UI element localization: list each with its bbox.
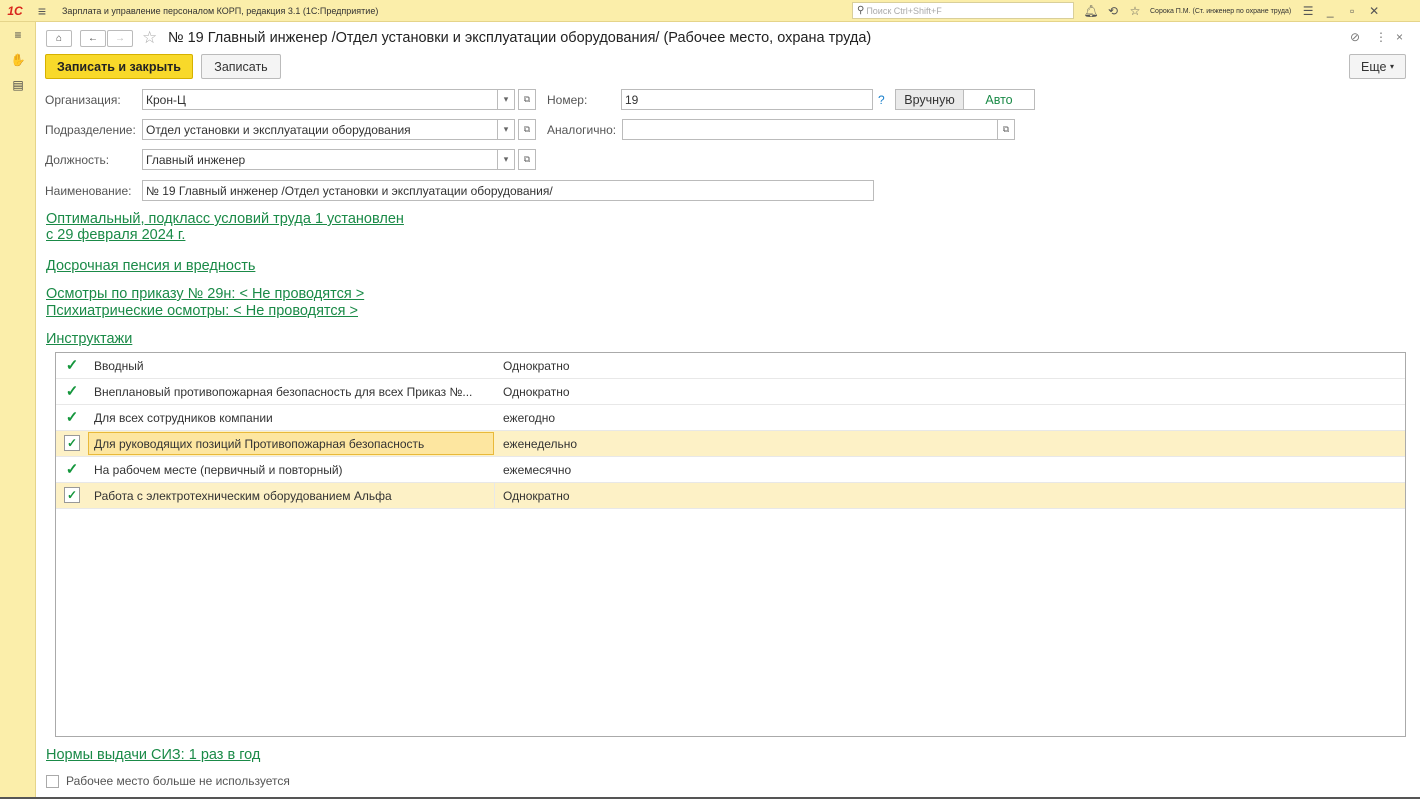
- briefing-frequency: ежегодно: [503, 411, 556, 425]
- table-row-highlighted[interactable]: ✓ Работа с электротехническим оборудован…: [56, 483, 1405, 509]
- top-toolbar: 🔔︎ ⟲ ☆ Сорока П.М. (Ст. инженер по охран…: [1080, 0, 1385, 22]
- hand-icon[interactable]: ✋: [0, 47, 36, 72]
- link-icon[interactable]: ⊘: [1350, 30, 1360, 44]
- check-icon[interactable]: ✓: [64, 357, 80, 374]
- work-conditions-line2: с 29 февраля 2024 г.: [46, 227, 186, 243]
- table-row[interactable]: ✓ Внеплановый противопожарная безопаснос…: [56, 379, 1405, 405]
- org-open-icon[interactable]: ⧉: [518, 89, 536, 110]
- briefing-name: Для всех сотрудников компании: [94, 411, 273, 425]
- briefing-frequency: Однократно: [503, 489, 570, 503]
- global-search-input[interactable]: ⚲ Поиск Ctrl+Shift+F: [852, 2, 1074, 19]
- briefing-name: Внеплановый противопожарная безопасность…: [94, 385, 473, 399]
- org-dropdown-icon[interactable]: ▾: [497, 89, 515, 110]
- favorite-star-icon[interactable]: ☆: [142, 29, 157, 47]
- briefing-frequency: ежемесячно: [503, 463, 572, 477]
- unused-checkbox-label[interactable]: Рабочее место больше не используется: [66, 774, 290, 788]
- position-label: Должность:: [45, 153, 110, 167]
- history-icon[interactable]: ⟲: [1102, 4, 1124, 18]
- more-button-label: Еще: [1361, 59, 1387, 74]
- function-panel-icon[interactable]: ▤: [0, 72, 36, 97]
- save-button[interactable]: Записать: [201, 54, 281, 79]
- pension-link[interactable]: Досрочная пенсия и вредность: [46, 258, 255, 274]
- table-row[interactable]: ✓ Вводный Однократно: [56, 353, 1405, 379]
- briefing-name: Работа с электротехническим оборудование…: [94, 489, 392, 503]
- psych-exams-link[interactable]: Психиатрические осмотры: < Не проводятся…: [46, 303, 358, 319]
- help-icon[interactable]: ?: [878, 93, 885, 107]
- name-label: Наименование:: [45, 184, 132, 198]
- briefing-name: На рабочем месте (первичный и повторный): [94, 463, 343, 477]
- settings-menu-icon[interactable]: ☰: [1297, 4, 1319, 18]
- home-button[interactable]: ⌂: [46, 30, 72, 47]
- briefing-frequency: Однократно: [503, 359, 570, 373]
- check-icon[interactable]: ✓: [64, 383, 80, 400]
- medical-exams-link[interactable]: Осмотры по приказу № 29н: < Не проводятс…: [46, 286, 364, 302]
- chevron-down-icon: ▾: [1389, 62, 1394, 71]
- ppe-norms-link[interactable]: Нормы выдачи СИЗ: 1 раз в год: [46, 747, 260, 763]
- unused-checkbox[interactable]: [46, 775, 59, 788]
- search-icon: ⚲: [857, 5, 865, 16]
- close-app-icon[interactable]: ✕: [1363, 4, 1385, 18]
- position-dropdown-icon[interactable]: ▾: [497, 149, 515, 170]
- similar-open-icon[interactable]: ⧉: [997, 119, 1015, 140]
- back-button[interactable]: ←: [80, 30, 106, 47]
- position-open-icon[interactable]: ⧉: [518, 149, 536, 170]
- table-row[interactable]: ✓ Для всех сотрудников компании ежегодно: [56, 405, 1405, 431]
- more-button[interactable]: Еще ▾: [1349, 54, 1406, 79]
- auto-toggle[interactable]: Авто: [963, 89, 1035, 110]
- briefing-name-focused[interactable]: Для руководящих позиций Противопожарная …: [88, 432, 494, 455]
- briefings-link[interactable]: Инструктажи: [46, 331, 132, 347]
- similar-label: Аналогично:: [547, 123, 617, 137]
- sidebar: ≡ ✋ ▤: [0, 22, 36, 799]
- checkbox-checked[interactable]: ✓: [64, 487, 80, 503]
- search-placeholder: Поиск Ctrl+Shift+F: [866, 5, 942, 16]
- table-row[interactable]: ✓ На рабочем месте (первичный и повторны…: [56, 457, 1405, 483]
- minimize-icon[interactable]: _: [1319, 4, 1341, 18]
- table-row-selected[interactable]: ✓ Для руководящих позиций Противопожарна…: [56, 431, 1405, 457]
- manual-toggle[interactable]: Вручную: [895, 89, 964, 110]
- checkbox-checked[interactable]: ✓: [64, 435, 80, 451]
- dept-dropdown-icon[interactable]: ▾: [497, 119, 515, 140]
- similar-field[interactable]: [622, 119, 998, 140]
- favorites-star-icon[interactable]: ☆: [1124, 4, 1146, 18]
- app-title: Зарплата и управление персоналом КОРП, р…: [62, 5, 379, 16]
- number-label: Номер:: [547, 93, 588, 107]
- briefing-frequency: Однократно: [503, 385, 570, 399]
- work-conditions-line1: Оптимальный, подкласс условий труда 1 ус…: [46, 211, 404, 227]
- dept-label: Подразделение:: [45, 123, 136, 137]
- forward-button[interactable]: →: [107, 30, 133, 47]
- name-field[interactable]: № 19 Главный инженер /Отдел установки и …: [142, 180, 874, 201]
- column-separator: [494, 483, 495, 509]
- work-conditions-link[interactable]: Оптимальный, подкласс условий труда 1 ус…: [46, 211, 404, 243]
- close-form-icon[interactable]: ×: [1396, 30, 1403, 44]
- org-label: Организация:: [45, 93, 121, 107]
- restore-icon[interactable]: ▫: [1341, 4, 1363, 18]
- dept-field[interactable]: Отдел установки и эксплуатации оборудова…: [142, 119, 498, 140]
- dept-open-icon[interactable]: ⧉: [518, 119, 536, 140]
- app-logo: 1С: [7, 3, 23, 18]
- bell-icon[interactable]: 🔔︎: [1080, 4, 1102, 18]
- current-user[interactable]: Сорока П.М. (Ст. инженер по охране труда…: [1150, 8, 1291, 15]
- save-and-close-button[interactable]: Записать и закрыть: [45, 54, 193, 79]
- number-field[interactable]: 19: [621, 89, 873, 110]
- page-title: № 19 Главный инженер /Отдел установки и …: [168, 30, 872, 46]
- sections-menu-icon[interactable]: ≡: [0, 22, 36, 47]
- main-menu-icon[interactable]: ≡: [30, 3, 54, 19]
- briefing-frequency: еженедельно: [503, 437, 578, 451]
- briefings-table[interactable]: ✓ Вводный Однократно ✓ Внеплановый проти…: [55, 352, 1406, 737]
- briefing-name: Вводный: [94, 359, 144, 373]
- position-field[interactable]: Главный инженер: [142, 149, 498, 170]
- check-icon[interactable]: ✓: [64, 409, 80, 426]
- check-icon[interactable]: ✓: [64, 461, 80, 478]
- org-field[interactable]: Крон-Ц: [142, 89, 498, 110]
- more-actions-icon[interactable]: ⋮: [1375, 30, 1387, 44]
